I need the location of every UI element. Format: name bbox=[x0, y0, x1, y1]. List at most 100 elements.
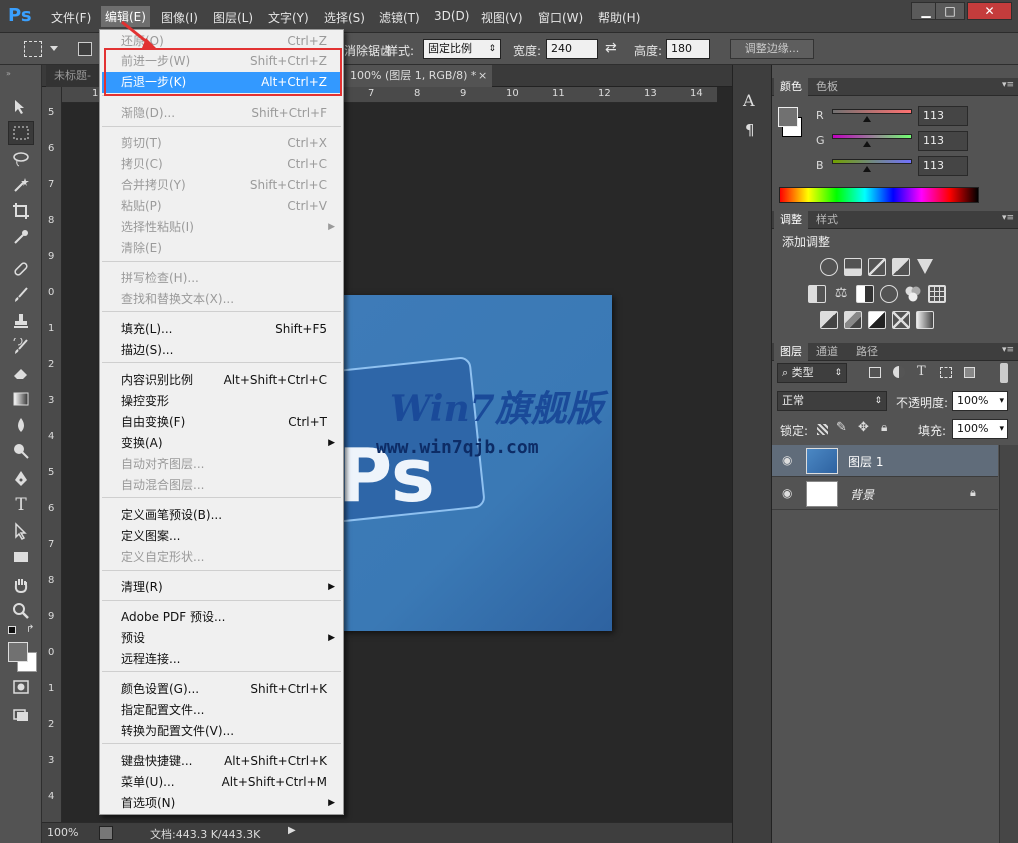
edit-menu-item[interactable]: 内容识别比例 Alt+Shift+Ctrl+C bbox=[102, 370, 341, 391]
channel-g-value[interactable]: 113 bbox=[918, 131, 968, 151]
character-panel-icon[interactable]: A bbox=[743, 91, 755, 110]
gradient-map-icon[interactable] bbox=[916, 311, 934, 329]
edit-menu-item[interactable]: 首选项(N) ▶ bbox=[102, 793, 341, 814]
blend-mode-select[interactable]: 正常 ⇕ bbox=[777, 391, 887, 411]
width-input[interactable]: 240 bbox=[546, 39, 598, 59]
edit-menu-item[interactable]: Adobe PDF 预设... bbox=[102, 607, 341, 628]
status-menu-icon[interactable] bbox=[99, 826, 113, 840]
height-input[interactable]: 180 bbox=[666, 39, 710, 59]
marquee-tool-icon[interactable] bbox=[8, 121, 34, 145]
lock-pixels-icon[interactable]: ✎ bbox=[836, 420, 847, 435]
filter-pixel-icon[interactable] bbox=[869, 367, 881, 378]
tab-adjustments[interactable]: 调整 bbox=[774, 211, 808, 229]
type-tool-icon[interactable]: T bbox=[8, 493, 34, 517]
new-selection-icon[interactable] bbox=[78, 42, 92, 56]
visibility-eye-icon[interactable]: ◉ bbox=[782, 486, 792, 500]
tab-paths[interactable]: 路径 bbox=[850, 343, 884, 361]
channel-r-knob[interactable] bbox=[863, 116, 871, 122]
layer-name[interactable]: 图层 1 bbox=[848, 453, 883, 470]
edit-menu-item[interactable]: 填充(L)... Shift+F5 bbox=[102, 319, 341, 340]
paragraph-panel-icon[interactable]: ¶ bbox=[745, 121, 755, 139]
stamp-tool-icon[interactable] bbox=[8, 309, 34, 333]
edit-menu-item[interactable]: 操控变形 bbox=[102, 391, 341, 412]
channel-b-knob[interactable] bbox=[863, 166, 871, 172]
color-balance-icon[interactable]: ⚖ bbox=[832, 285, 850, 303]
maximize-button[interactable]: □ bbox=[935, 2, 965, 20]
channel-g-slider[interactable] bbox=[832, 134, 912, 139]
marquee-tool-preset-icon[interactable] bbox=[24, 41, 42, 57]
edit-menu-item[interactable]: 预设 ▶ bbox=[102, 628, 341, 649]
menu-filter[interactable]: 滤镜(T) bbox=[379, 9, 420, 26]
levels-icon[interactable] bbox=[844, 258, 862, 276]
panel-menu-icon[interactable]: ▾≡ bbox=[1002, 80, 1014, 90]
edit-menu-item[interactable]: 指定配置文件... bbox=[102, 700, 341, 721]
crop-tool-icon[interactable] bbox=[8, 199, 34, 223]
lock-all-icon[interactable]: 🔒︎ bbox=[881, 420, 887, 435]
edit-menu-item[interactable]: 定义图案... bbox=[102, 526, 341, 547]
posterize-icon[interactable] bbox=[844, 311, 862, 329]
tab-swatches[interactable]: 色板 bbox=[810, 78, 844, 96]
lock-transparency-icon[interactable] bbox=[817, 424, 828, 435]
filter-type-icon[interactable]: T bbox=[917, 364, 926, 379]
channel-b-slider[interactable] bbox=[832, 159, 912, 164]
menu-type[interactable]: 文字(Y) bbox=[268, 9, 309, 26]
visibility-eye-icon[interactable]: ◉ bbox=[782, 453, 792, 467]
rectangle-tool-icon[interactable] bbox=[8, 545, 34, 569]
curves-icon[interactable] bbox=[868, 258, 886, 276]
tab-current-document[interactable]: 100% (图层 1, RGB/8) * bbox=[342, 65, 492, 87]
menu-file[interactable]: 文件(F) bbox=[51, 9, 91, 26]
edit-menu-item[interactable]: 定义画笔预设(B)... bbox=[102, 505, 341, 526]
layer-filter-select[interactable]: ⌕ 类型 ⇕ bbox=[777, 363, 847, 383]
layers-scrollbar[interactable] bbox=[999, 445, 1018, 843]
selective-color-icon[interactable] bbox=[892, 311, 910, 329]
edit-menu-item[interactable]: 变换(A) ▶ bbox=[102, 433, 341, 454]
eraser-icon[interactable] bbox=[8, 361, 34, 385]
filter-shape-icon[interactable] bbox=[940, 367, 952, 378]
filter-adjust-icon[interactable] bbox=[893, 366, 905, 378]
default-colors-icon[interactable] bbox=[8, 626, 16, 634]
menu-select[interactable]: 选择(S) bbox=[324, 9, 365, 26]
photo-filter-icon[interactable] bbox=[880, 285, 898, 303]
hand-tool-icon[interactable] bbox=[8, 573, 34, 597]
edit-menu-item[interactable]: 菜单(U)... Alt+Shift+Ctrl+M bbox=[102, 772, 341, 793]
edit-menu-item[interactable]: 颜色设置(G)... Shift+Ctrl+K bbox=[102, 679, 341, 700]
fg-color-sample[interactable] bbox=[778, 107, 798, 127]
menu-window[interactable]: 窗口(W) bbox=[538, 9, 583, 26]
channel-g-knob[interactable] bbox=[863, 141, 871, 147]
brush-tool-icon[interactable] bbox=[8, 283, 34, 307]
screen-mode-icon[interactable] bbox=[8, 703, 34, 727]
healing-brush-icon[interactable] bbox=[8, 257, 34, 281]
tab-channels[interactable]: 通道 bbox=[810, 343, 844, 361]
color-lookup-icon[interactable] bbox=[928, 285, 946, 303]
menu-3d[interactable]: 3D(D) bbox=[434, 9, 469, 23]
edit-menu-item[interactable]: 描边(S)... bbox=[102, 340, 341, 361]
exposure-icon[interactable] bbox=[892, 258, 910, 276]
tab-styles[interactable]: 样式 bbox=[810, 211, 844, 229]
channel-b-value[interactable]: 113 bbox=[918, 156, 968, 176]
magic-wand-icon[interactable] bbox=[8, 173, 34, 197]
layer-row-1[interactable]: ◉ 图层 1 bbox=[772, 445, 998, 477]
edit-menu-item[interactable]: 自由变换(F) Ctrl+T bbox=[102, 412, 341, 433]
tab-close-icon[interactable]: × bbox=[478, 69, 487, 82]
blur-tool-icon[interactable] bbox=[8, 413, 34, 437]
panel-menu-icon[interactable]: ▾≡ bbox=[1002, 345, 1014, 355]
tab-color[interactable]: 颜色 bbox=[774, 78, 808, 96]
edit-menu-item[interactable]: 转换为配置文件(V)... bbox=[102, 721, 341, 742]
zoom-tool-icon[interactable] bbox=[8, 599, 34, 623]
tab-untitled[interactable]: 未标题- bbox=[46, 65, 102, 87]
black-white-icon[interactable] bbox=[856, 285, 874, 303]
path-selection-icon[interactable] bbox=[8, 519, 34, 543]
fill-input[interactable]: 100% ▾ bbox=[952, 419, 1008, 439]
vibrance-icon[interactable] bbox=[917, 259, 933, 274]
eyedropper-icon[interactable] bbox=[8, 225, 34, 249]
swap-icon[interactable]: ⇄ bbox=[605, 40, 617, 56]
edit-menu-item[interactable]: 远程连接... bbox=[102, 649, 341, 670]
document-image[interactable]: Ps Win7旗舰版 www.win7qjb.com bbox=[338, 295, 612, 631]
channel-r-value[interactable]: 113 bbox=[918, 106, 968, 126]
channel-mixer-icon[interactable] bbox=[904, 285, 922, 303]
pen-tool-icon[interactable] bbox=[8, 467, 34, 491]
panel-menu-icon[interactable]: ▾≡ bbox=[1002, 213, 1014, 223]
opacity-input[interactable]: 100% ▾ bbox=[952, 391, 1008, 411]
layer-row-background[interactable]: ◉ 背景 🔒︎ bbox=[772, 478, 998, 510]
edit-menu-item[interactable]: 键盘快捷键... Alt+Shift+Ctrl+K bbox=[102, 751, 341, 772]
